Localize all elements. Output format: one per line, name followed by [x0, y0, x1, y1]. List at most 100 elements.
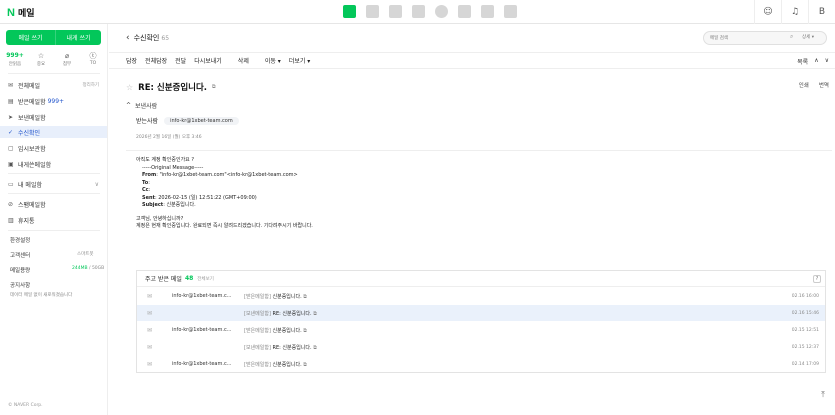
scroll-to-top-icon[interactable]: ⤒ [817, 390, 829, 402]
attachment-filter[interactable]: ⌀ 첨부 [56, 51, 78, 67]
write-mail-button[interactable]: 메일 쓰기 [6, 30, 56, 45]
unread-count: 999+ [6, 52, 24, 59]
chevron-down-icon[interactable]: ∨ [95, 181, 99, 188]
open-in-new-window-icon[interactable]: ⧉ [303, 362, 307, 368]
bookmark-app-icon[interactable] [504, 5, 517, 18]
envelope-icon: ✉ [147, 360, 153, 368]
reply-all-button[interactable]: 전체답장 [145, 56, 167, 65]
sidebar-item-inbox[interactable]: ▤ 받은메일함 999+ [0, 95, 107, 107]
star-icon[interactable]: ☆ [126, 83, 133, 92]
table-row[interactable]: ✉ [보낸메일함] RE: 신분증입니다. ⧉ 02.15 12:37 [137, 339, 825, 355]
sidebar-item-all-mail[interactable]: ✉ 전체메일 정리하기 [0, 79, 107, 91]
table-row[interactable]: ✉ info-kr@1xbet-team.c... [받은메일함] 신분증입니다… [137, 322, 825, 338]
advanced-search-button[interactable]: 상세 ▾ [802, 34, 814, 40]
resend-button[interactable]: 다시보내기 [194, 56, 222, 65]
sidebar-item-read-receipt[interactable]: ✓ 수신확인 [0, 126, 107, 138]
open-in-new-window-icon[interactable]: ⧉ [212, 84, 216, 90]
divider [8, 73, 100, 74]
row-folder-tag: [받은메일함] [244, 293, 271, 300]
body-line: 아직도 계정 확인중인가요 ? [136, 157, 195, 163]
star-icon: ☆ [37, 52, 45, 60]
home-app-icon[interactable] [481, 5, 494, 18]
help-icon[interactable]: ? [813, 275, 821, 283]
support-link[interactable]: 고객센터 스마트봇 [10, 251, 94, 259]
open-in-new-window-icon[interactable]: ⧉ [303, 328, 307, 334]
notice-link[interactable]: 공지사항 [10, 281, 30, 289]
original-message-divider: -----Original Message----- [142, 164, 204, 171]
important-filter[interactable]: ☆ 중요 [30, 51, 52, 67]
photo-app-icon[interactable] [389, 5, 402, 18]
calendar-app-icon[interactable] [366, 5, 379, 18]
search-input[interactable] [710, 33, 790, 43]
sidebar-item-self-mail[interactable]: ▣ 내게쓴메일함 [0, 158, 107, 170]
notification-bell-icon[interactable]: ♫ [781, 0, 808, 24]
subject-label: Subject [142, 202, 164, 208]
collapse-icon[interactable]: ^ [126, 102, 131, 109]
sidebar-item-trash[interactable]: ▥ 휴지통 [0, 214, 107, 226]
delete-button[interactable]: 삭제 [238, 56, 249, 65]
mail-toolbar: 답장 전체답장 전달 다시보내기 삭제 이동 ▾ 더보기 ▾ 목록 ∧ ∨ [109, 52, 835, 69]
view-all-link[interactable]: 전체보기 [197, 276, 214, 282]
back-arrow-icon[interactable]: ‹ [126, 33, 130, 43]
sender-row[interactable]: ^ 보낸사람 [126, 101, 157, 110]
mail-app-icon[interactable] [343, 5, 356, 18]
write-to-self-button[interactable]: 내게 쓰기 [56, 30, 101, 45]
search-icon[interactable]: ⌕ [790, 33, 793, 41]
sidebar-item-label: 내 메일함 [18, 181, 42, 189]
sidebar-item-my-mailbox[interactable]: ▭ 내 메일함 ∨ [0, 178, 107, 190]
user-avatar[interactable]: B [808, 0, 835, 24]
to-filter[interactable]: ⓣ TO [82, 51, 104, 67]
related-mail-list: 주고 받은 메일 48 전체보기 ? ✉ info-kr@1xbet-team.… [136, 270, 826, 373]
print-button[interactable]: 인쇄 [799, 81, 809, 89]
contacts-app-icon[interactable] [435, 5, 448, 18]
table-row[interactable]: ✉ info-kr@1xbet-team.c... [받은메일함] 신분증입니다… [137, 288, 825, 304]
translate-button[interactable]: 번역 [819, 81, 829, 89]
open-in-new-window-icon[interactable]: ⧉ [313, 345, 317, 351]
list-button[interactable]: 목록 [797, 57, 808, 66]
settings-link[interactable]: 환경설정 [10, 236, 30, 244]
row-date: 02.15 12:51 [791, 327, 819, 333]
smartbot-link[interactable]: 스마트봇 [77, 251, 94, 257]
important-label: 중요 [36, 62, 46, 67]
mail-date: 2026년 2월 16일 (월) 오후 3:46 [136, 135, 202, 140]
inbox-unread-count: 999+ [47, 97, 65, 105]
table-row[interactable]: ✉ info-kr@1xbet-team.c... [받은메일함] 신분증입니다… [137, 356, 825, 372]
previous-mail-button[interactable]: ∧ [814, 57, 818, 66]
trash-icon: ▥ [8, 216, 14, 224]
organize-link[interactable]: 정리하기 [82, 82, 99, 88]
talk-icon[interactable]: ☺ [754, 0, 781, 24]
row-subject: [받은메일함] 신분증입니다. ⧉ [244, 327, 307, 334]
sidebar-item-label: 전체메일 [18, 82, 41, 90]
sidebar-item-spam[interactable]: ⊘ 스팸메일함 [0, 198, 107, 210]
storage-usage: 메일용량 244MB / 50GB [10, 266, 104, 274]
subject-value: : 신분증입니다. [163, 202, 196, 208]
storage-used: 244MB [72, 266, 88, 271]
from-label: From [142, 172, 157, 178]
row-subject-text: 신분증입니다. [272, 327, 302, 334]
recipient-chip[interactable]: info-kr@1xbet-team.com [164, 116, 239, 125]
notice-text[interactable]: 데이터 메일 없이 새로워졌습니다 [10, 292, 72, 298]
naver-mail-logo[interactable]: N 메일 [7, 6, 35, 20]
more-button[interactable]: 더보기 ▾ [289, 56, 310, 65]
sidebar-item-sent[interactable]: ➤ 보낸메일함 [0, 111, 107, 123]
receipt-icon: ✓ [8, 128, 14, 136]
row-date: 02.16 16:00 [791, 293, 819, 299]
open-in-new-window-icon[interactable]: ⧉ [303, 294, 307, 300]
body-line: 고객님, 안녕하십니까? [136, 215, 184, 222]
sent-label: Sent [142, 194, 155, 201]
sidebar-item-drafts[interactable]: ▢ 임시보관함 [0, 142, 107, 154]
reply-button[interactable]: 답장 [126, 56, 137, 65]
table-row[interactable]: ✉ [보낸메일함] RE: 신분증입니다. ⧉ 02.16 15:46 [137, 305, 825, 321]
memo-app-icon[interactable] [458, 5, 471, 18]
row-subject: [받은메일함] 신분증입니다. ⧉ [244, 293, 307, 300]
move-button[interactable]: 이동 ▾ [265, 56, 281, 65]
top-bar: N 메일 ☺ ♫ B [0, 0, 835, 24]
open-in-new-window-icon[interactable]: ⧉ [313, 311, 317, 317]
unread-filter[interactable]: 999+ 안읽음 [4, 51, 26, 67]
forward-button[interactable]: 전달 [175, 56, 186, 65]
drive-app-icon[interactable] [412, 5, 425, 18]
quick-filters: 999+ 안읽음 ☆ 중요 ⌀ 첨부 ⓣ TO [4, 51, 104, 67]
naver-n-logo: N [7, 6, 15, 19]
sidebar-item-label: 내게쓴메일함 [18, 161, 52, 169]
next-mail-button[interactable]: ∨ [825, 57, 829, 66]
